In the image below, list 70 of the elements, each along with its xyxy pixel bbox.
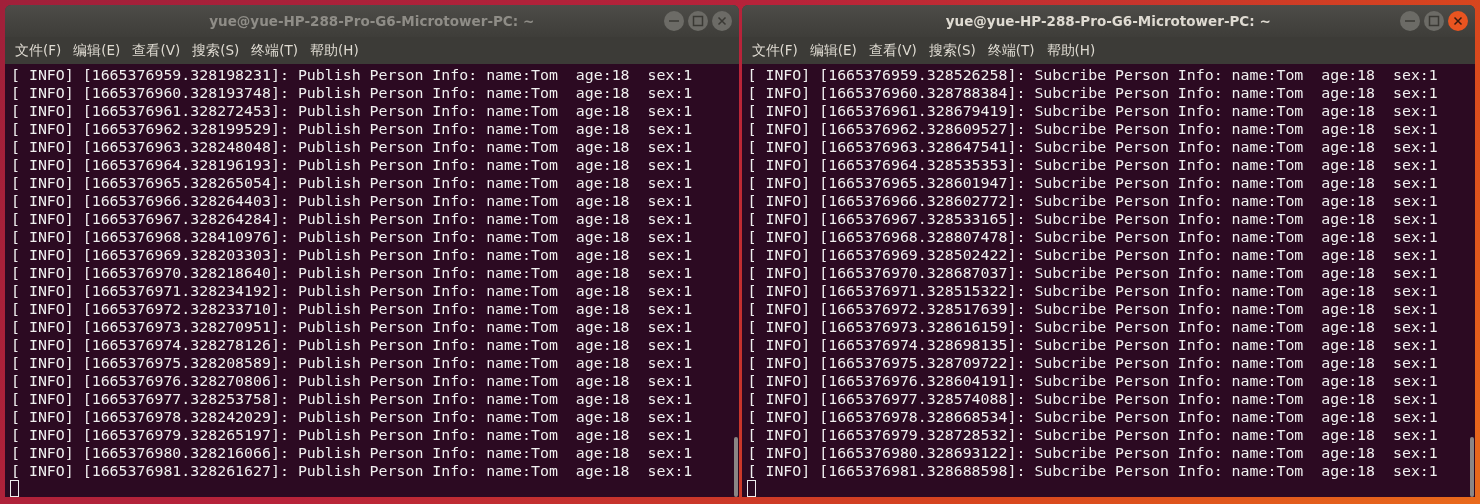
menu-item[interactable]: 文件(F)	[745, 41, 804, 60]
log-line: [ INFO] [1665376966.328264403]: Publish Person Info: name:Tom age:18 sex:1	[11, 192, 693, 210]
menu-item[interactable]: 搜索(S)	[186, 41, 246, 60]
close-button[interactable]	[710, 10, 733, 32]
log-line: [ INFO] [1665376963.328647541]: Subcribe Person Info: name:Tom age:18 sex:1	[747, 138, 1438, 156]
log-line: [ INFO] [1665376970.328687037]: Subcribe Person Info: name:Tom age:18 sex:1	[747, 264, 1438, 282]
maximize-button[interactable]	[686, 10, 709, 32]
log-line: [ INFO] [1665376959.328526258]: Subcribe Person Info: name:Tom age:18 sex:1	[747, 66, 1438, 84]
scrollbar[interactable]	[1470, 437, 1474, 497]
log-line: [ INFO] [1665376978.328668534]: Subcribe Person Info: name:Tom age:18 sex:1	[747, 408, 1438, 426]
log-line: [ INFO] [1665376981.328688598]: Subcribe Person Info: name:Tom age:18 sex:1	[747, 462, 1438, 480]
log-line: [ INFO] [1665376973.328616159]: Subcribe Person Info: name:Tom age:18 sex:1	[747, 318, 1438, 336]
log-line: [ INFO] [1665376969.328502422]: Subcribe Person Info: name:Tom age:18 sex:1	[747, 246, 1438, 264]
log-line: [ INFO] [1665376968.328807478]: Subcribe Person Info: name:Tom age:18 sex:1	[747, 228, 1438, 246]
log-line: [ INFO] [1665376965.328601947]: Subcribe Person Info: name:Tom age:18 sex:1	[747, 174, 1438, 192]
log-line: [ INFO] [1665376969.328203303]: Publish Person Info: name:Tom age:18 sex:1	[11, 246, 693, 264]
log-line: [ INFO] [1665376977.328253758]: Publish Person Info: name:Tom age:18 sex:1	[11, 390, 693, 408]
log-line: [ INFO] [1665376980.328216066]: Publish Person Info: name:Tom age:18 sex:1	[11, 444, 693, 462]
log-line: [ INFO] [1665376971.328515322]: Subcribe Person Info: name:Tom age:18 sex:1	[747, 282, 1438, 300]
log-line: [ INFO] [1665376961.328272453]: Publish Person Info: name:Tom age:18 sex:1	[11, 102, 693, 120]
log-line: [ INFO] [1665376972.328517639]: Subcribe Person Info: name:Tom age:18 sex:1	[747, 300, 1438, 318]
minimize-button[interactable]	[662, 10, 685, 32]
minimize-button[interactable]	[1399, 10, 1421, 32]
menu-item[interactable]: 搜索(S)	[922, 41, 982, 60]
menu-item[interactable]: 文件(F)	[9, 41, 68, 60]
scrollbar[interactable]	[733, 437, 738, 497]
log-line: [ INFO] [1665376964.328196193]: Publish Person Info: name:Tom age:18 sex:1	[11, 156, 693, 174]
log-line: [ INFO] [1665376981.328261627]: Publish Person Info: name:Tom age:18 sex:1	[11, 462, 693, 480]
log-line: [ INFO] [1665376979.328265197]: Publish Person Info: name:Tom age:18 sex:1	[11, 426, 693, 444]
menu-item[interactable]: 编辑(E)	[803, 41, 863, 60]
log-line: [ INFO] [1665376974.328278126]: Publish Person Info: name:Tom age:18 sex:1	[11, 336, 693, 354]
log-line: [ INFO] [1665376971.328234192]: Publish Person Info: name:Tom age:18 sex:1	[11, 282, 693, 300]
log-line: [ INFO] [1665376979.328728532]: Subcribe Person Info: name:Tom age:18 sex:1	[747, 426, 1438, 444]
log-line: [ INFO] [1665376961.328679419]: Subcribe Person Info: name:Tom age:18 sex:1	[747, 102, 1438, 120]
log-line: [ INFO] [1665376962.328199529]: Publish Person Info: name:Tom age:18 sex:1	[11, 120, 693, 138]
log-line: [ INFO] [1665376962.328609527]: Subcribe Person Info: name:Tom age:18 sex:1	[747, 120, 1438, 138]
log-line: [ INFO] [1665376968.328410976]: Publish Person Info: name:Tom age:18 sex:1	[11, 228, 693, 246]
menu-item[interactable]: 帮助(H)	[304, 41, 365, 60]
log-line: [ INFO] [1665376972.328233710]: Publish Person Info: name:Tom age:18 sex:1	[11, 300, 693, 318]
log-line: [ INFO] [1665376970.328218640]: Publish Person Info: name:Tom age:18 sex:1	[11, 264, 693, 282]
log-line: [ INFO] [1665376975.328709722]: Subcribe Person Info: name:Tom age:18 sex:1	[747, 354, 1438, 372]
menu-item[interactable]: 终端(T)	[245, 41, 305, 60]
log-line: [ INFO] [1665376964.328535353]: Subcribe Person Info: name:Tom age:18 sex:1	[747, 156, 1438, 174]
log-line: [ INFO] [1665376960.328193748]: Publish Person Info: name:Tom age:18 sex:1	[11, 84, 693, 102]
window-title: yue@yue-HP-288-Pro-G6-Microtower-PC: ~	[945, 13, 1271, 29]
menu-item[interactable]: 查看(V)	[862, 41, 923, 60]
close-button[interactable]	[1447, 10, 1469, 32]
maximize-button[interactable]	[1423, 10, 1445, 32]
window-title: yue@yue-HP-288-Pro-G6-Microtower-PC: ~	[209, 13, 535, 29]
log-line: [ INFO] [1665376980.328693122]: Subcribe Person Info: name:Tom age:18 sex:1	[747, 444, 1438, 462]
log-line: [ INFO] [1665376966.328602772]: Subcribe Person Info: name:Tom age:18 sex:1	[747, 192, 1438, 210]
log-line: [ INFO] [1665376977.328574088]: Subcribe Person Info: name:Tom age:18 sex:1	[747, 390, 1438, 408]
log-line: [ INFO] [1665376963.328248048]: Publish Person Info: name:Tom age:18 sex:1	[11, 138, 693, 156]
menu-item[interactable]: 终端(T)	[981, 41, 1041, 60]
log-line: [ INFO] [1665376974.328698135]: Subcribe Person Info: name:Tom age:18 sex:1	[747, 336, 1438, 354]
log-line: [ INFO] [1665376976.328604191]: Subcribe Person Info: name:Tom age:18 sex:1	[747, 372, 1438, 390]
log-line: [ INFO] [1665376976.328270806]: Publish Person Info: name:Tom age:18 sex:1	[11, 372, 693, 390]
log-line: [ INFO] [1665376960.328788384]: Subcribe Person Info: name:Tom age:18 sex:1	[747, 84, 1438, 102]
log-line: [ INFO] [1665376973.328270951]: Publish Person Info: name:Tom age:18 sex:1	[11, 318, 693, 336]
log-line: [ INFO] [1665376965.328265054]: Publish Person Info: name:Tom age:18 sex:1	[11, 174, 693, 192]
menu-item[interactable]: 帮助(H)	[1040, 41, 1102, 60]
log-line: [ INFO] [1665376975.328208589]: Publish Person Info: name:Tom age:18 sex:1	[11, 354, 693, 372]
log-line: [ INFO] [1665376959.328198231]: Publish Person Info: name:Tom age:18 sex:1	[11, 66, 693, 84]
text-cursor	[746, 480, 756, 497]
menu-item[interactable]: 编辑(E)	[67, 41, 127, 60]
menu-item[interactable]: 查看(V)	[126, 41, 187, 60]
log-line: [ INFO] [1665376967.328264284]: Publish Person Info: name:Tom age:18 sex:1	[11, 210, 693, 228]
text-cursor	[10, 480, 19, 497]
log-line: [ INFO] [1665376978.328242029]: Publish Person Info: name:Tom age:18 sex:1	[11, 408, 693, 426]
log-line: [ INFO] [1665376967.328533165]: Subcribe Person Info: name:Tom age:18 sex:1	[747, 210, 1438, 228]
